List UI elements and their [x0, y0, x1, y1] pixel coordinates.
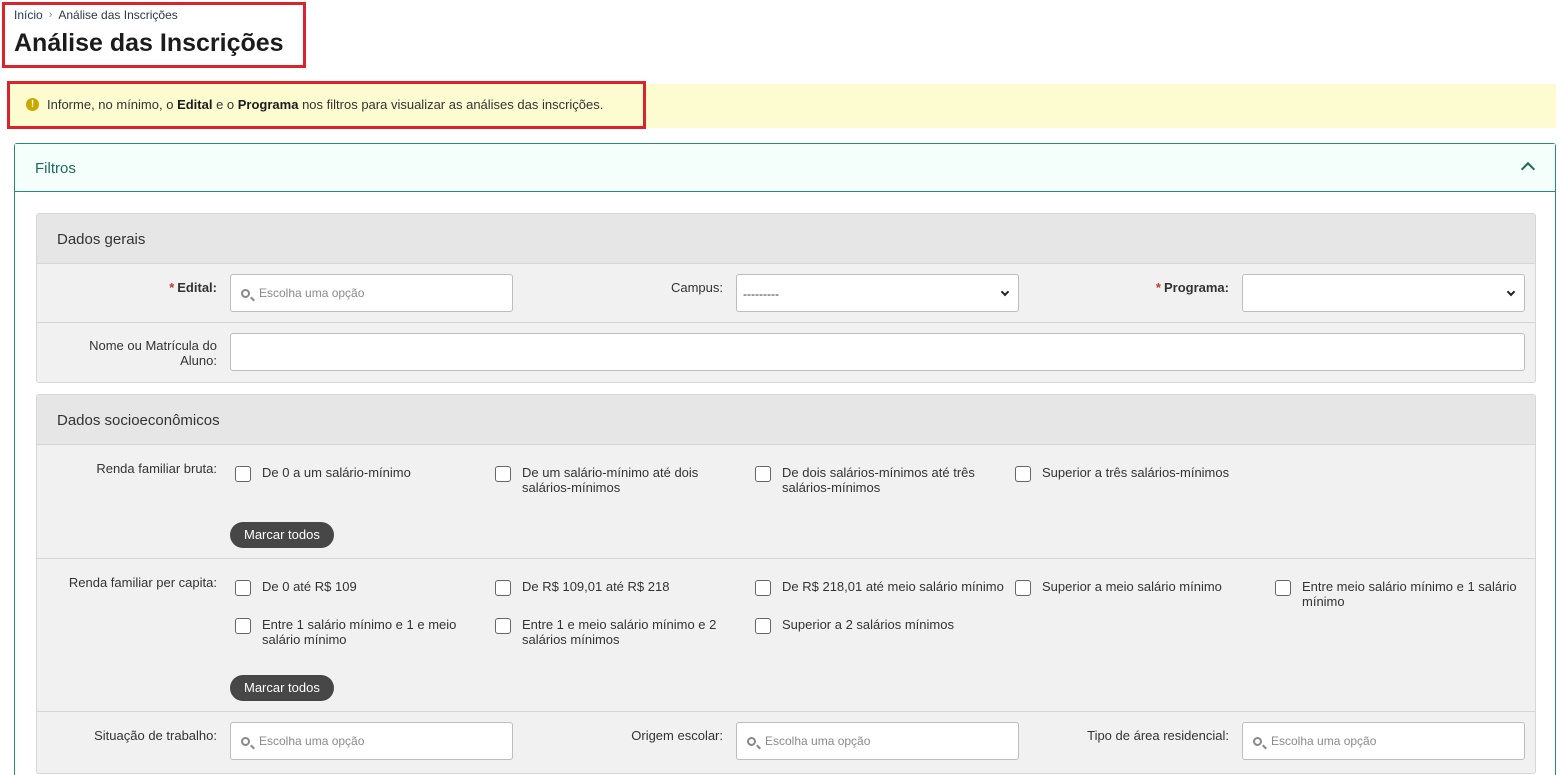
alert-programa: Programa: [237, 97, 299, 112]
chevron-down-icon: [1000, 287, 1010, 297]
row-renda-bruta: Renda familiar bruta: De 0 a um salário-…: [37, 445, 1535, 559]
alert-edital: Edital: [177, 97, 213, 112]
checkbox-renda-pc-option[interactable]: Superior a 2 salários mínimos: [755, 617, 1005, 634]
filters-header[interactable]: Filtros: [15, 144, 1555, 192]
search-icon: [747, 737, 756, 746]
search-icon: [241, 737, 250, 746]
checkbox[interactable]: [235, 580, 251, 596]
checkbox-renda-pc-option[interactable]: Entre 1 e meio salário mínimo e 2 salári…: [495, 617, 745, 647]
checkbox-renda-bruta-option[interactable]: De dois salários-mínimos até três salári…: [755, 465, 1005, 495]
checkbox[interactable]: [495, 580, 511, 596]
checkbox[interactable]: [235, 618, 251, 634]
campus-select[interactable]: ---------: [736, 274, 1019, 312]
section-title-dados-gerais: Dados gerais: [37, 214, 1535, 264]
checkbox[interactable]: [1275, 580, 1291, 596]
row-nome-matricula: Nome ou Matrícula do Aluno:: [37, 323, 1535, 383]
programa-label: * Programa:: [1155, 280, 1229, 295]
mark-all-renda-bruta-button[interactable]: Marcar todos: [230, 522, 334, 548]
section-title-dados-socioeconomicos: Dados socioeconômicos: [37, 395, 1535, 445]
page-title: Análise das Inscrições: [14, 29, 284, 57]
checkbox-renda-bruta-option[interactable]: De 0 a um salário-mínimo: [235, 465, 485, 482]
breadcrumb-separator-icon: ›: [48, 9, 53, 21]
campus-label: Campus:: [670, 280, 723, 295]
situacao-trabalho-label: Situação de trabalho:: [94, 728, 217, 743]
checkbox-renda-pc-option[interactable]: De 0 até R$ 109: [235, 579, 485, 596]
filters-panel: Filtros Dados gerais * Edital: Escolha um…: [14, 143, 1556, 775]
programa-select[interactable]: [1242, 274, 1525, 312]
area-residencial-select[interactable]: Escolha uma opção: [1242, 722, 1525, 760]
checkbox[interactable]: [495, 618, 511, 634]
chevron-up-icon[interactable]: [1520, 161, 1536, 177]
area-residencial-label: Tipo de área residencial:: [1087, 728, 1229, 743]
checkbox-renda-pc-option[interactable]: De R$ 109,01 até R$ 218: [495, 579, 745, 596]
checkbox[interactable]: [755, 580, 771, 596]
row-renda-per-capita: Renda familiar per capita: De 0 até R$ 1…: [37, 559, 1535, 712]
checkbox[interactable]: [495, 466, 511, 482]
origem-escolar-select[interactable]: Escolha uma opção: [736, 722, 1019, 760]
section-dados-gerais: Dados gerais * Edital: Escolha uma opção …: [36, 213, 1536, 383]
checkbox-renda-bruta-option[interactable]: Superior a três salários-mínimos: [1015, 465, 1265, 482]
checkbox[interactable]: [1015, 466, 1031, 482]
search-icon: [1253, 737, 1262, 746]
edital-select[interactable]: Escolha uma opção: [230, 274, 513, 312]
breadcrumb-home-link[interactable]: Início: [14, 8, 43, 22]
section-dados-socioeconomicos: Dados socioeconômicos Renda familiar bru…: [36, 394, 1536, 774]
nome-matricula-label: Nome ou Matrícula do Aluno:: [89, 338, 217, 368]
checkbox[interactable]: [755, 466, 771, 482]
origem-escolar-label: Origem escolar:: [631, 728, 723, 743]
nome-matricula-input[interactable]: [230, 333, 1525, 371]
breadcrumb: Início › Análise das Inscrições: [14, 8, 178, 22]
checkbox-renda-pc-option[interactable]: Entre 1 salário mínimo e 1 e meio salári…: [235, 617, 485, 647]
exclamation-circle-icon: !: [26, 98, 39, 111]
row-edital-campus-programa: * Edital: Escolha uma opção Campus: -----…: [37, 264, 1535, 323]
edital-label: * Edital:: [169, 280, 217, 295]
renda-per-capita-label: Renda familiar per capita:: [68, 575, 217, 590]
breadcrumb-current: Análise das Inscrições: [58, 8, 178, 22]
alert-message: Informe, no mínimo, o Edital e o Program…: [47, 97, 604, 112]
checkbox-renda-pc-option[interactable]: De R$ 218,01 até meio salário mínimo: [755, 579, 1005, 596]
mark-all-renda-pc-button[interactable]: Marcar todos: [230, 675, 334, 701]
edital-placeholder: Escolha uma opção: [259, 286, 365, 300]
checkbox[interactable]: [755, 618, 771, 634]
renda-bruta-label: Renda familiar bruta:: [96, 461, 217, 476]
search-icon: [241, 289, 250, 298]
checkbox[interactable]: [235, 466, 251, 482]
situacao-trabalho-select[interactable]: Escolha uma opção: [230, 722, 513, 760]
checkbox-renda-pc-option[interactable]: Superior a meio salário mínimo: [1015, 579, 1265, 596]
campus-value: ---------: [743, 287, 779, 301]
checkbox-renda-pc-option[interactable]: Entre meio salário mínimo e 1 salário mí…: [1275, 579, 1525, 609]
chevron-down-icon: [1506, 287, 1516, 297]
checkbox-renda-bruta-option[interactable]: De um salário-mínimo até dois salários-m…: [495, 465, 745, 495]
filters-title: Filtros: [35, 160, 76, 177]
row-situacao-origem-area: Situação de trabalho: Escolha uma opção …: [37, 712, 1535, 772]
checkbox[interactable]: [1015, 580, 1031, 596]
